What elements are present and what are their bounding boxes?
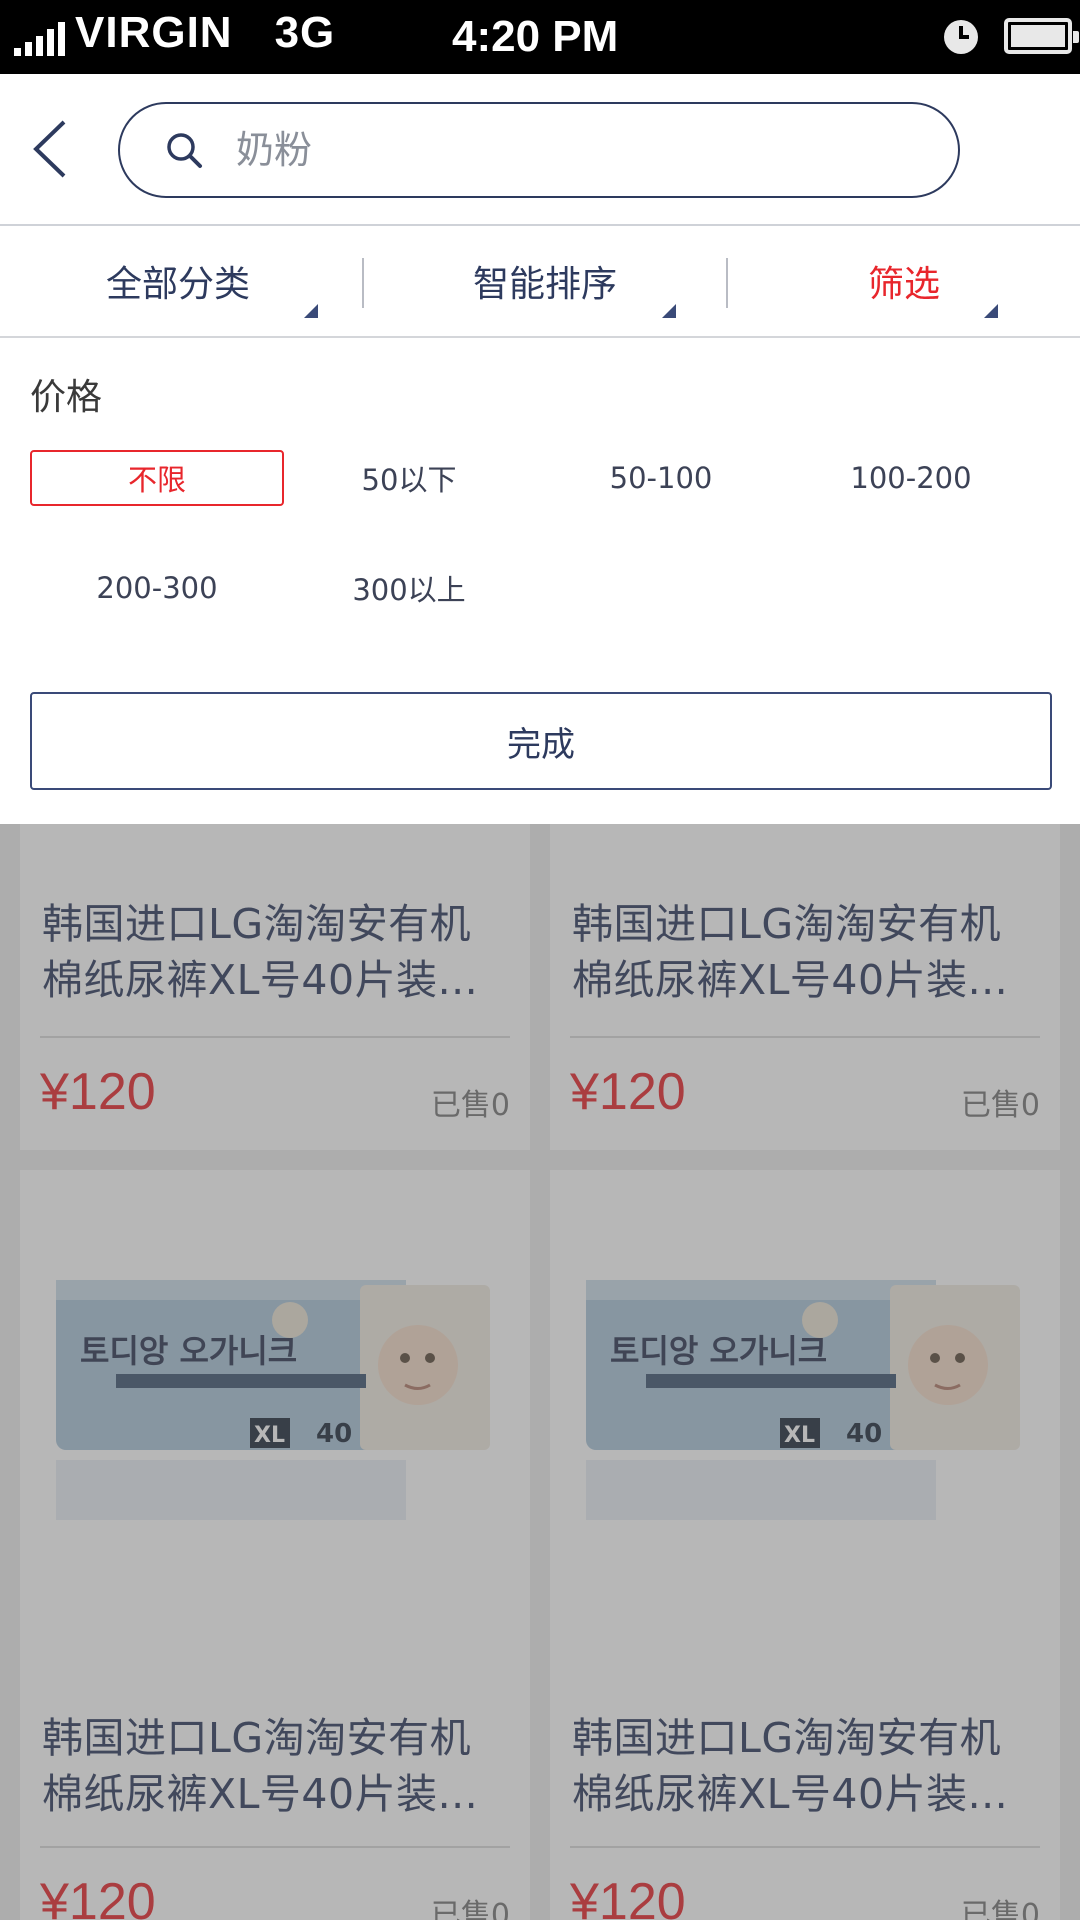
done-button[interactable]: 完成 <box>30 692 1052 790</box>
tab-smart-sort[interactable]: 智能排序 <box>364 226 726 336</box>
price-section-label: 价格 <box>30 377 103 418</box>
filter-panel: 价格 不限 50以下 50-100 100-200 200-300 300以上 … <box>0 338 1080 824</box>
search-box[interactable] <box>118 102 960 198</box>
battery-icon <box>1004 18 1079 54</box>
tab-label: 智能排序 <box>472 264 617 305</box>
price-option-under-50[interactable]: 50以下 <box>282 450 536 506</box>
search-input[interactable] <box>236 128 836 172</box>
dim-overlay[interactable] <box>0 824 1080 1920</box>
tab-filter[interactable]: 筛选 <box>728 226 1080 336</box>
search-header <box>0 74 1080 226</box>
status-bar: VIRGIN 3G 4:20 PM <box>0 0 1080 74</box>
filter-tab-bar: 全部分类 智能排序 筛选 <box>0 226 1080 338</box>
price-option-50-100[interactable]: 50-100 <box>534 450 788 506</box>
price-option-100-200[interactable]: 100-200 <box>784 450 1038 506</box>
dropdown-triangle-icon <box>304 304 318 318</box>
alarm-clock-icon <box>944 20 978 54</box>
status-time: 4:20 PM <box>452 12 619 61</box>
signal-icon <box>14 20 65 56</box>
price-option-unlimited[interactable]: 不限 <box>30 450 284 506</box>
network-type: 3G <box>274 8 336 57</box>
search-icon <box>167 133 202 168</box>
tab-label: 全部分类 <box>105 264 250 305</box>
tab-label: 筛选 <box>867 264 940 305</box>
price-option-over-300[interactable]: 300以上 <box>282 560 536 616</box>
price-option-200-300[interactable]: 200-300 <box>30 560 284 616</box>
tab-all-categories[interactable]: 全部分类 <box>0 226 356 336</box>
back-arrow-icon[interactable] <box>30 118 80 180</box>
dropdown-triangle-icon <box>984 304 998 318</box>
carrier-name: VIRGIN <box>75 8 233 57</box>
dropdown-triangle-icon <box>662 304 676 318</box>
